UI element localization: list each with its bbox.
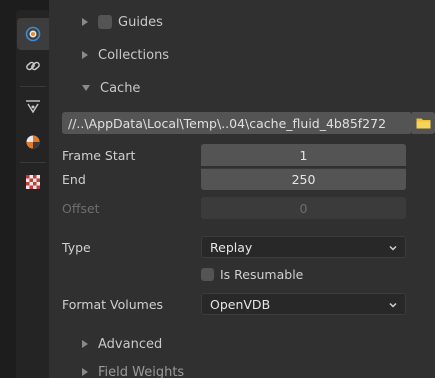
collections-label: Collections xyxy=(98,47,170,63)
tab-texture[interactable] xyxy=(17,166,49,198)
constraint-link-icon xyxy=(26,61,40,71)
collapse-arrow-icon xyxy=(82,85,90,91)
is-resumable-checkbox[interactable] xyxy=(201,267,214,281)
expand-arrow-icon xyxy=(82,368,88,376)
tab-object-data[interactable] xyxy=(17,90,49,122)
frame-start-label: Frame Start xyxy=(62,148,136,163)
expand-arrow-icon xyxy=(82,18,88,26)
format-volumes-label: Format Volumes xyxy=(62,297,164,312)
chevron-down-icon xyxy=(389,245,397,251)
is-resumable-toggle[interactable]: Is Resumable xyxy=(201,265,303,283)
texture-checker-icon xyxy=(26,175,40,189)
tab-material[interactable] xyxy=(17,126,49,158)
modifier-vertex-icon xyxy=(26,100,40,114)
tab-separator xyxy=(20,86,46,87)
frame-start-field[interactable]: 1 xyxy=(201,144,406,166)
frame-end-label: End xyxy=(62,172,86,187)
tab-constraints[interactable] xyxy=(17,50,49,82)
cache-type-dropdown[interactable]: Replay xyxy=(201,236,406,258)
format-volumes-value: OpenVDB xyxy=(210,296,271,312)
guides-enable-checkbox[interactable] xyxy=(98,15,112,29)
folder-icon xyxy=(416,118,431,129)
advanced-label: Advanced xyxy=(98,336,163,352)
physics-target-icon xyxy=(25,26,41,42)
panel-header-field-weights[interactable]: Field Weights xyxy=(82,360,184,378)
tab-separator xyxy=(20,162,46,163)
cache-label: Cache xyxy=(100,80,141,96)
cache-directory-field[interactable]: //..\AppData\Local\Temp\..04\cache_fluid… xyxy=(62,112,412,134)
offset-field: 0 xyxy=(201,197,406,219)
panel-header-collections[interactable]: Collections xyxy=(82,43,169,67)
panel-header-cache[interactable]: Cache xyxy=(82,76,140,100)
frame-end-field[interactable]: 250 xyxy=(201,168,406,190)
browse-folder-button[interactable] xyxy=(412,112,435,134)
offset-label: Offset xyxy=(62,201,100,216)
fluid-properties-panel: Guides Collections Cache //..\AppData\Lo… xyxy=(49,0,435,378)
panel-header-guides[interactable]: Guides xyxy=(82,10,163,34)
is-resumable-label: Is Resumable xyxy=(220,266,304,282)
format-volumes-dropdown[interactable]: OpenVDB xyxy=(201,293,406,315)
cache-type-value: Replay xyxy=(210,239,253,255)
chevron-down-icon xyxy=(389,302,397,308)
expand-arrow-icon xyxy=(82,340,88,348)
field-weights-label: Field Weights xyxy=(98,364,185,378)
type-label: Type xyxy=(62,240,91,255)
properties-tab-strip xyxy=(0,0,49,378)
guides-label: Guides xyxy=(118,14,163,30)
material-shading-icon xyxy=(26,135,40,149)
tab-physics[interactable] xyxy=(17,18,49,50)
expand-arrow-icon xyxy=(82,51,88,59)
panel-header-advanced[interactable]: Advanced xyxy=(82,332,162,356)
